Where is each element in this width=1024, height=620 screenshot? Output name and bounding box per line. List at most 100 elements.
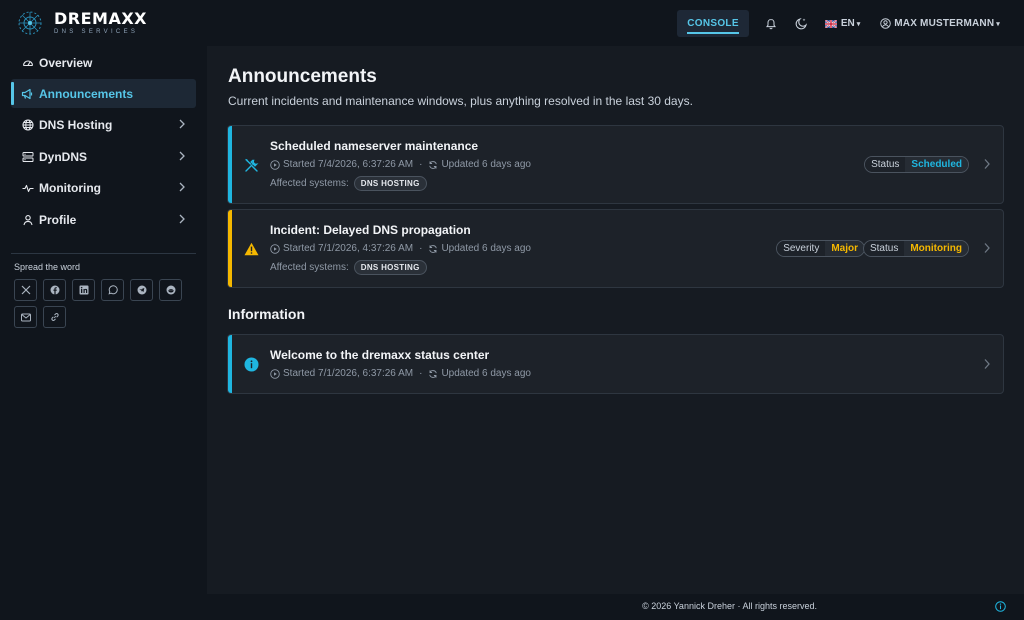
play-circle-icon	[270, 243, 280, 254]
announcement-card-incident[interactable]: Incident: Delayed DNS propagation Starte…	[227, 209, 1004, 288]
sidebar-item-label: DynDNS	[39, 149, 88, 164]
user-menu[interactable]: MAX MUSTERMANN ▾	[880, 18, 1000, 29]
console-button[interactable]: CONSOLE	[677, 10, 749, 37]
brand-subtitle: DNS SERVICES	[54, 29, 139, 35]
sidebar-item-label: Profile	[39, 212, 77, 227]
share-link-button[interactable]	[43, 306, 66, 328]
meta-separator: ·	[419, 159, 423, 170]
sidebar-item-profile[interactable]: Profile	[11, 205, 196, 234]
information-title: Welcome to the dremaxx status center	[270, 348, 490, 362]
uk-flag-icon	[824, 19, 837, 28]
footer: © 2026 Yannick Dreher · All rights reser…	[207, 594, 1024, 620]
speedometer-icon	[21, 56, 34, 69]
info-circle-icon	[243, 356, 259, 372]
status-key: Status	[863, 241, 905, 256]
bell-icon[interactable]	[763, 16, 779, 32]
chevron-down-icon: ▾	[856, 20, 861, 28]
sidebar-item-dns-hosting[interactable]: DNS Hosting	[11, 110, 196, 139]
affected-systems: Affected systems: DNS HOSTING	[270, 260, 427, 275]
facebook-icon	[50, 285, 59, 295]
severity-value: Major	[825, 241, 864, 256]
card-accent-bar	[228, 335, 232, 393]
sidebar-item-label: Monitoring	[39, 180, 101, 195]
severity-key: Severity	[777, 241, 826, 256]
affected-systems-label: Affected systems:	[270, 262, 349, 273]
chevron-right-icon	[984, 243, 990, 253]
information-card-welcome[interactable]: Welcome to the dremaxx status center Sta…	[227, 334, 1004, 394]
information-section-title: Information	[228, 306, 305, 322]
user-circle-icon	[880, 18, 891, 29]
page-title: Announcements	[228, 66, 377, 87]
language-selector[interactable]: EN ▾	[824, 18, 861, 29]
announcement-title: Scheduled nameserver maintenance	[270, 139, 479, 153]
sidebar-item-dyndns[interactable]: DynDNS	[11, 142, 196, 171]
affected-systems-label: Affected systems:	[270, 178, 349, 189]
updated-text: Updated 6 days ago	[441, 243, 531, 254]
chevron-right-icon	[179, 151, 185, 161]
information-meta: Started 7/1/2026, 6:37:26 AM · Updated 6…	[270, 368, 531, 379]
activity-icon	[21, 181, 34, 194]
sidebar-item-monitoring[interactable]: Monitoring	[11, 173, 196, 202]
linkedin-icon	[79, 285, 88, 295]
announcement-meta: Started 7/4/2026, 6:37:26 AM · Updated 6…	[270, 159, 531, 170]
top-bar: DREMAXX DNS SERVICES CONSOLE EN ▾ MAX MU…	[0, 0, 1024, 46]
x-icon	[21, 285, 30, 295]
sidebar-item-label: Announcements	[39, 86, 134, 101]
share-x-button[interactable]	[14, 279, 37, 301]
info-circle-icon[interactable]	[995, 601, 1006, 612]
updated-text: Updated 6 days ago	[441, 159, 531, 170]
warning-triangle-icon	[243, 241, 259, 257]
footer-copyright: © 2026 Yannick Dreher · All rights reser…	[642, 601, 817, 611]
sidebar-item-label: DNS Hosting	[39, 117, 113, 132]
status-badge: Status Monitoring	[862, 240, 969, 257]
status-value: Scheduled	[905, 157, 968, 172]
person-icon	[21, 213, 34, 226]
status-key: Status	[865, 157, 906, 172]
share-whatsapp-button[interactable]	[101, 279, 124, 301]
chevron-right-icon	[984, 359, 990, 369]
card-accent-bar	[228, 126, 232, 203]
email-icon	[20, 313, 31, 321]
dremaxx-logo-icon	[18, 11, 42, 35]
meta-separator: ·	[419, 243, 423, 254]
status-value: Monitoring	[904, 241, 968, 256]
sidebar-item-overview[interactable]: Overview	[11, 48, 196, 77]
brand-name: DREMAXX	[54, 9, 148, 28]
refresh-icon	[429, 369, 438, 378]
chevron-right-icon	[179, 119, 185, 129]
sidebar-item-announcements[interactable]: Announcements	[11, 79, 196, 108]
chevron-right-icon	[179, 214, 185, 224]
server-icon	[21, 150, 34, 163]
sidebar-divider	[11, 253, 196, 254]
share-email-button[interactable]	[14, 306, 37, 328]
whatsapp-icon	[107, 285, 118, 295]
meta-separator: ·	[419, 368, 423, 379]
telegram-icon	[137, 285, 146, 295]
share-reddit-button[interactable]	[159, 279, 182, 301]
megaphone-icon	[21, 87, 34, 100]
share-linkedin-button[interactable]	[72, 279, 95, 301]
link-icon	[50, 313, 59, 321]
chevron-right-icon	[179, 182, 185, 192]
system-badge: DNS HOSTING	[353, 176, 427, 191]
main-content: Announcements Current incidents and main…	[207, 46, 1024, 594]
tools-icon	[243, 157, 259, 173]
updated-text: Updated 6 days ago	[441, 368, 531, 379]
started-text: Started 7/1/2026, 4:37:26 AM	[283, 243, 414, 254]
share-facebook-button[interactable]	[43, 279, 66, 301]
announcement-card-maintenance[interactable]: Scheduled nameserver maintenance Started…	[227, 125, 1004, 204]
brand[interactable]: DREMAXX DNS SERVICES	[16, 9, 147, 37]
reddit-icon	[166, 285, 175, 295]
system-badge: DNS HOSTING	[353, 260, 427, 275]
refresh-icon	[429, 244, 438, 253]
started-text: Started 7/4/2026, 6:37:26 AM	[283, 159, 414, 170]
refresh-icon	[429, 160, 438, 169]
status-badge: Status Scheduled	[864, 156, 969, 173]
chevron-right-icon	[984, 159, 990, 169]
announcement-meta: Started 7/1/2026, 4:37:26 AM · Updated 6…	[270, 243, 531, 254]
share-telegram-button[interactable]	[130, 279, 153, 301]
language-label: EN	[840, 18, 855, 29]
sidebar-item-label: Overview	[39, 55, 93, 70]
moon-stars-icon[interactable]	[793, 16, 809, 32]
play-circle-icon	[270, 368, 280, 379]
